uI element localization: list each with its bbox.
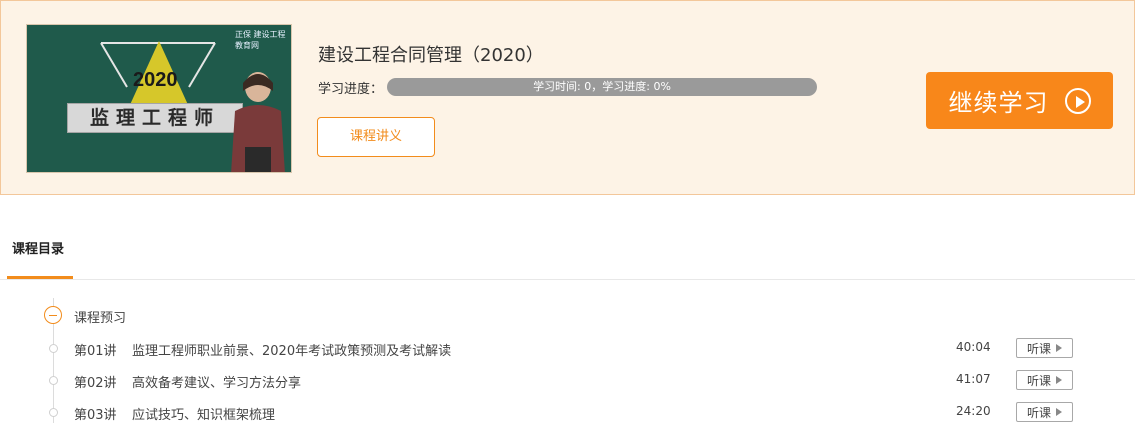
- lesson-duration: 40:04: [956, 340, 991, 354]
- lesson-title[interactable]: 监理工程师职业前景、2020年考试政策预测及考试解读: [132, 340, 451, 359]
- continue-learning-button[interactable]: 继续学习: [926, 72, 1113, 129]
- timeline-dot-icon: [49, 408, 58, 417]
- listen-button[interactable]: 听课: [1016, 338, 1073, 358]
- progress-text: 学习时间: 0，学习进度: 0%: [533, 80, 671, 93]
- lesson-number: 第02讲: [74, 376, 117, 391]
- timeline-dot-icon: [49, 344, 58, 353]
- lesson-number: 第03讲: [74, 408, 117, 423]
- course-notes-button[interactable]: 课程讲义: [317, 117, 435, 157]
- course-title: 建设工程合同管理（2020）: [318, 45, 544, 66]
- listen-button-label: 听课: [1026, 405, 1051, 420]
- lesson-number: 第01讲: [74, 344, 117, 359]
- collapse-minus-icon[interactable]: [44, 306, 62, 324]
- listen-button[interactable]: 听课: [1016, 402, 1073, 422]
- thumbnail-year: 2020: [133, 69, 178, 91]
- progress-label: 学习进度：: [318, 82, 384, 97]
- listen-button-label: 听课: [1026, 373, 1051, 388]
- lesson-duration: 24:20: [956, 404, 991, 418]
- tab-course-catalog[interactable]: 课程目录: [12, 238, 64, 257]
- lesson-duration: 41:07: [956, 372, 991, 386]
- lesson-item: 第02讲 高效备考建议、学习方法分享 41:07 听课: [0, 370, 1135, 392]
- course-thumbnail[interactable]: 2020 监理工程师 正保 建设工程教育网: [26, 24, 292, 173]
- play-circle-icon: [1064, 87, 1091, 114]
- listen-button-label: 听课: [1026, 341, 1051, 356]
- lesson-title[interactable]: 高效备考建议、学习方法分享: [132, 372, 301, 391]
- play-triangle-icon: [1056, 344, 1062, 352]
- lesson-title[interactable]: 应试技巧、知识框架梳理: [132, 404, 275, 423]
- timeline-dot-icon: [49, 376, 58, 385]
- section-title[interactable]: 课程预习: [74, 307, 126, 326]
- thumbnail-banner: 监理工程师: [67, 103, 243, 133]
- tab-divider: [0, 279, 1135, 280]
- lesson-item: 第03讲 应试技巧、知识框架梳理 24:20 听课: [0, 402, 1135, 424]
- thumbnail-logo: 正保 建设工程教育网: [235, 30, 286, 50]
- lesson-item: 第01讲 监理工程师职业前景、2020年考试政策预测及考试解读 40:04 听课: [0, 338, 1135, 360]
- course-card: 2020 监理工程师 正保 建设工程教育网 建设工程合同管理（2020） 学习进…: [0, 0, 1135, 195]
- play-triangle-icon: [1056, 376, 1062, 384]
- listen-button[interactable]: 听课: [1016, 370, 1073, 390]
- play-triangle-icon: [1056, 408, 1062, 416]
- continue-learning-label: 继续学习: [948, 89, 1049, 117]
- instructor-figure: [231, 72, 285, 172]
- progress-bar: 学习时间: 0，学习进度: 0%: [387, 78, 817, 96]
